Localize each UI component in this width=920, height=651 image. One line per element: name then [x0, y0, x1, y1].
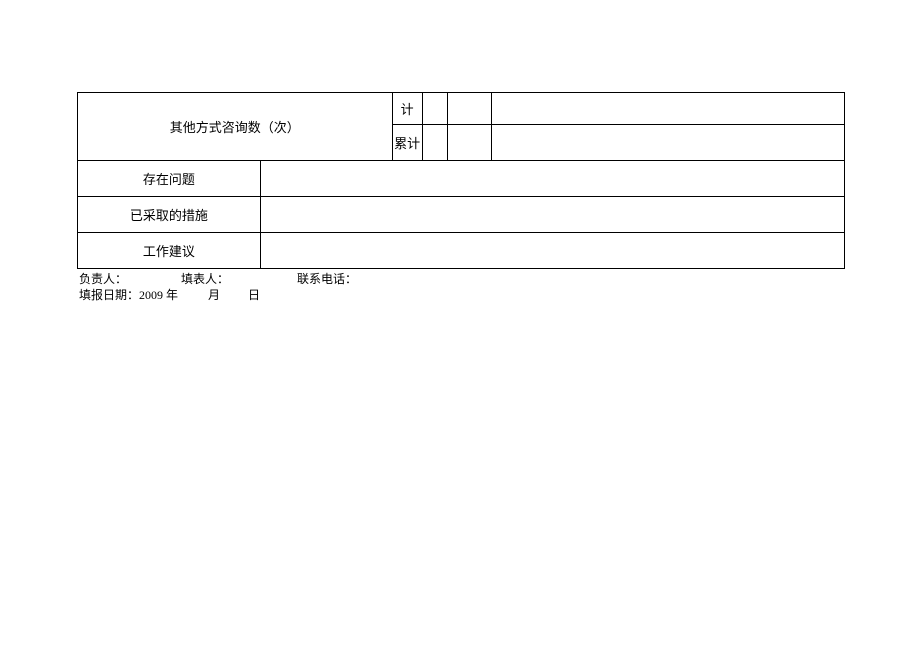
ji-cell-1 — [422, 93, 447, 125]
ji-label: 计 — [392, 93, 422, 125]
problems-value — [260, 161, 844, 197]
report-table: 其他方式咨询数（次） 计 累计 存在问题 已采取的措施 工作建议 — [77, 92, 845, 269]
footer-block: 负责人： 填表人： 联系电话： 填报日期：2009 年 月 日 — [77, 271, 845, 303]
date-prefix: 填报日期：2009 年 — [79, 287, 178, 303]
suggestions-label: 工作建议 — [78, 233, 261, 269]
leiji-cell-1 — [422, 125, 447, 161]
suggestions-value — [260, 233, 844, 269]
form-container: 其他方式咨询数（次） 计 累计 存在问题 已采取的措施 工作建议 负责人： — [77, 92, 845, 303]
ji-cell-3 — [492, 93, 845, 125]
day-label: 日 — [248, 287, 260, 303]
month-label: 月 — [208, 287, 220, 303]
other-consult-label: 其他方式咨询数（次） — [78, 93, 393, 161]
measures-label: 已采取的措施 — [78, 197, 261, 233]
ji-cell-2 — [447, 93, 492, 125]
problems-label: 存在问题 — [78, 161, 261, 197]
filler-label: 填表人： — [181, 271, 229, 287]
responsible-label: 负责人： — [79, 271, 127, 287]
leiji-label: 累计 — [392, 125, 422, 161]
phone-label: 联系电话： — [297, 271, 357, 287]
leiji-cell-2 — [447, 125, 492, 161]
leiji-cell-3 — [492, 125, 845, 161]
measures-value — [260, 197, 844, 233]
